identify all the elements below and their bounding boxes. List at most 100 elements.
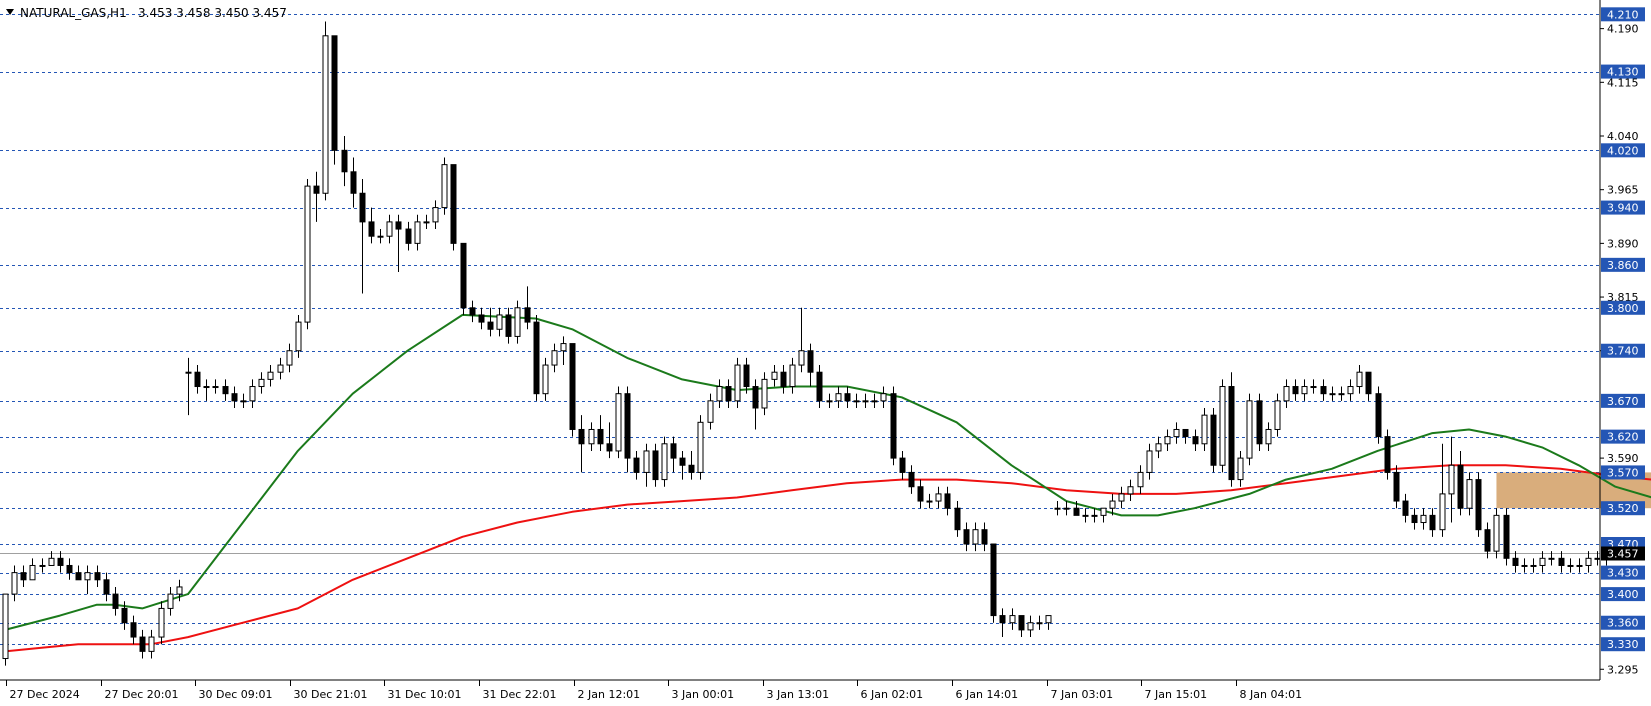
level-badge-label: 3.620 — [1607, 431, 1639, 444]
candle-body-bear — [94, 572, 101, 581]
candle-body-bull — [1274, 400, 1281, 430]
candle-body-bear — [112, 593, 119, 609]
candle-body-bull — [1009, 615, 1016, 624]
candle[interactable] — [661, 436, 668, 487]
ohlc-values-label: 3.453 3.458 3.450 3.457 — [138, 6, 287, 20]
candle-body-bear — [688, 464, 695, 473]
candle-body-bull — [39, 564, 46, 567]
candle-body-bull — [48, 557, 55, 566]
candle[interactable] — [1246, 393, 1253, 466]
candle-body-bear — [652, 450, 659, 481]
candle-body-bear — [1292, 386, 1299, 395]
candle[interactable] — [1219, 379, 1226, 473]
symbol-timeframe-label: NATURAL_GAS,H1 — [20, 6, 127, 20]
candle-body-bear — [103, 579, 110, 595]
candle-body-bear — [524, 307, 531, 323]
candle-body-bull — [386, 221, 393, 237]
candle[interactable] — [1375, 386, 1382, 444]
candle-body-bull — [185, 371, 192, 374]
candle-body-bear — [624, 393, 631, 459]
candle-body-bull — [84, 572, 91, 581]
candle-body-bear — [460, 242, 467, 309]
candle-body-bull — [1137, 471, 1144, 488]
candle-body-bull — [1091, 514, 1098, 517]
candle-body-bear — [350, 171, 357, 194]
candle-body-bear — [963, 529, 970, 545]
candle-body-bull — [1338, 393, 1345, 396]
candle-body-bear — [1457, 464, 1464, 509]
candle-body-bear — [1320, 386, 1327, 395]
candle-body-bear — [395, 221, 402, 230]
candle[interactable] — [1475, 472, 1482, 537]
candle-body-bull — [1283, 386, 1290, 402]
candle-body-bull — [1127, 486, 1134, 495]
candle-body-bull — [1201, 414, 1208, 445]
candle-body-bear — [1018, 615, 1025, 631]
chart-container[interactable]: 4.1904.1154.0403.9653.8903.8153.7403.590… — [0, 0, 1651, 706]
candle-body-bull — [377, 235, 384, 238]
y-tick-label: 3.295 — [1607, 663, 1639, 676]
candle-body-bull — [1237, 457, 1244, 481]
candle-body-bull — [1567, 564, 1574, 567]
candle[interactable] — [1228, 372, 1235, 487]
candle-body-bear — [1210, 414, 1217, 466]
candle-body-bear — [359, 192, 366, 223]
candle-body-bull — [716, 386, 723, 402]
candle[interactable] — [1503, 508, 1510, 566]
candle-body-bear — [130, 622, 137, 638]
price-chart[interactable]: 4.1904.1154.0403.9653.8903.8153.7403.590… — [0, 0, 1651, 706]
candle[interactable] — [1493, 508, 1500, 559]
candle[interactable] — [533, 314, 540, 401]
candle-body-bull — [286, 350, 293, 366]
level-badge-label: 3.360 — [1607, 617, 1639, 630]
candle-body-bull — [1045, 615, 1052, 624]
candle-body-bear — [1375, 393, 1382, 438]
candle-body-bull — [1594, 557, 1601, 560]
candle[interactable] — [1384, 429, 1391, 480]
candle[interactable] — [615, 386, 622, 459]
current-price-badge-label: 3.457 — [1607, 548, 1639, 561]
candle[interactable] — [890, 386, 897, 466]
candle-body-bear — [999, 615, 1006, 624]
candle-body-bear — [917, 486, 924, 502]
candle[interactable] — [304, 178, 311, 330]
y-tick-label: 3.965 — [1607, 184, 1639, 197]
candle-body-bear — [816, 371, 823, 402]
candle-body-bear — [20, 572, 27, 581]
candle-body-bear — [1182, 428, 1189, 438]
candle[interactable] — [1210, 408, 1217, 473]
candle-body-bear — [66, 564, 73, 574]
candle-body-bull — [835, 393, 842, 402]
candle[interactable] — [990, 543, 997, 623]
candle-body-bull — [496, 314, 503, 330]
candle-body-bull — [295, 321, 302, 352]
x-tick-label: 27 Dec 2024 — [10, 688, 80, 701]
candle[interactable] — [331, 35, 338, 165]
candle-body-bear — [313, 185, 320, 194]
candle-body-bull — [322, 35, 329, 194]
candle[interactable] — [734, 357, 741, 408]
candle-body-bear — [569, 343, 576, 430]
x-tick-label: 3 Jan 13:01 — [767, 688, 830, 701]
x-tick-label: 8 Jan 04:01 — [1240, 688, 1303, 701]
candle-body-bear — [368, 221, 375, 237]
candle[interactable] — [450, 164, 457, 251]
candle-body-bull — [734, 364, 741, 402]
y-tick-label: 4.190 — [1607, 23, 1639, 36]
candle-body-bull — [880, 393, 887, 402]
candle-body-bull — [1585, 557, 1592, 566]
level-badge-label: 3.400 — [1607, 588, 1639, 601]
candle[interactable] — [441, 157, 448, 215]
candle[interactable] — [322, 21, 329, 201]
candle-body-bull — [432, 207, 439, 223]
candle[interactable] — [2, 593, 9, 666]
candle-body-bear — [981, 529, 988, 545]
candle[interactable] — [1256, 393, 1263, 451]
level-badge-label: 4.210 — [1607, 8, 1639, 21]
candle-body-bear — [1365, 371, 1372, 395]
candle-body-bear — [1192, 436, 1199, 445]
candle[interactable] — [460, 242, 467, 315]
candle[interactable] — [697, 415, 704, 480]
candle[interactable] — [569, 343, 576, 437]
candle-body-bear — [954, 507, 961, 531]
